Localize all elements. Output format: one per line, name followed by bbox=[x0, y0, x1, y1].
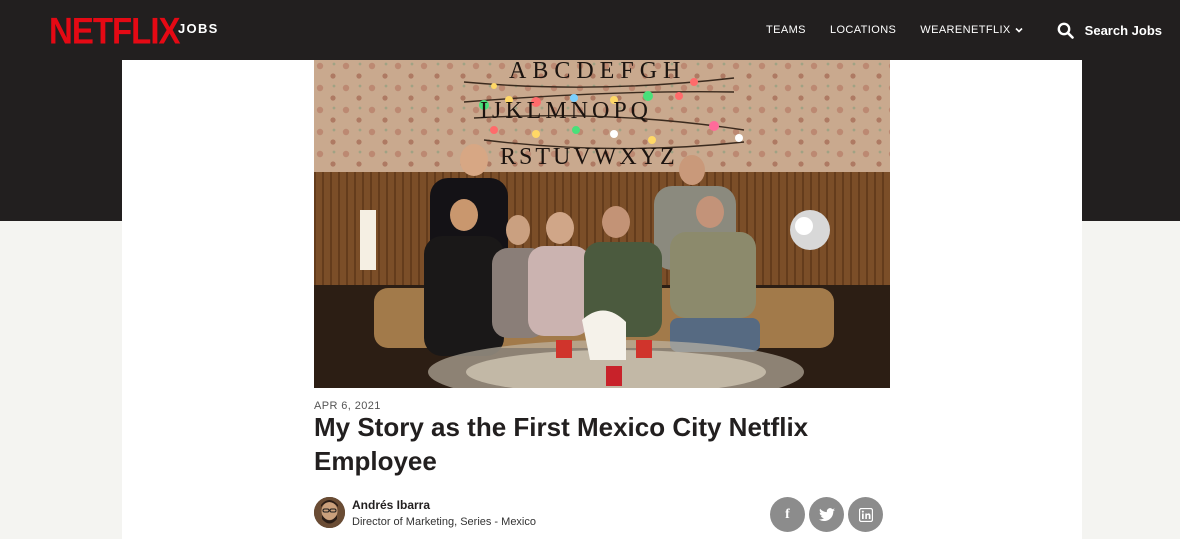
share-facebook-button[interactable]: f bbox=[770, 497, 805, 532]
hero-photo: ABCDEFGH IJKLMNOPQ RSTUVWXYZ bbox=[314, 60, 890, 388]
share-buttons: f bbox=[770, 497, 887, 532]
twitter-icon bbox=[818, 507, 835, 522]
svg-text:ABCDEFGH: ABCDEFGH bbox=[509, 60, 686, 84]
author-name: Andrés Ibarra bbox=[352, 497, 431, 512]
top-navigation: NETFLIX JOBS TEAMS LOCATIONS WEARENETFLI… bbox=[0, 0, 1180, 60]
netflix-logo[interactable]: NETFLIX bbox=[49, 12, 180, 49]
author-block: Andrés Ibarra Director of Marketing, Ser… bbox=[314, 497, 536, 528]
nav-teams[interactable]: TEAMS bbox=[766, 24, 806, 36]
nav-teams-label: TEAMS bbox=[766, 24, 806, 36]
chevron-down-icon bbox=[1015, 26, 1023, 34]
search-icon bbox=[1057, 22, 1074, 39]
svg-text:RSTUVWXYZ: RSTUVWXYZ bbox=[500, 144, 678, 170]
svg-text:IJKLMNOPQ: IJKLMNOPQ bbox=[480, 98, 652, 124]
facebook-icon: f bbox=[785, 506, 790, 522]
article-title: My Story as the First Mexico City Netfli… bbox=[314, 412, 809, 476]
share-twitter-button[interactable] bbox=[809, 497, 844, 532]
linkedin-icon bbox=[858, 507, 873, 522]
jobs-label[interactable]: JOBS bbox=[178, 21, 219, 36]
avatar bbox=[314, 497, 345, 528]
search-jobs-button[interactable]: Search Jobs bbox=[1057, 22, 1162, 39]
nav-locations[interactable]: LOCATIONS bbox=[830, 24, 896, 36]
nav-wearenetflix[interactable]: WEARENETFLIX bbox=[920, 24, 1023, 36]
main-nav: TEAMS LOCATIONS WEARENETFLIX Search Jobs bbox=[742, 0, 1162, 60]
article-card: ABCDEFGH IJKLMNOPQ RSTUVWXYZ APR 6, 2021… bbox=[122, 60, 1082, 539]
author-role: Director of Marketing, Series - Mexico bbox=[352, 515, 536, 528]
search-jobs-label: Search Jobs bbox=[1084, 22, 1162, 38]
share-linkedin-button[interactable] bbox=[848, 497, 883, 532]
nav-wearenetflix-label: WEARENETFLIX bbox=[920, 24, 1011, 36]
nav-locations-label: LOCATIONS bbox=[829, 24, 897, 36]
